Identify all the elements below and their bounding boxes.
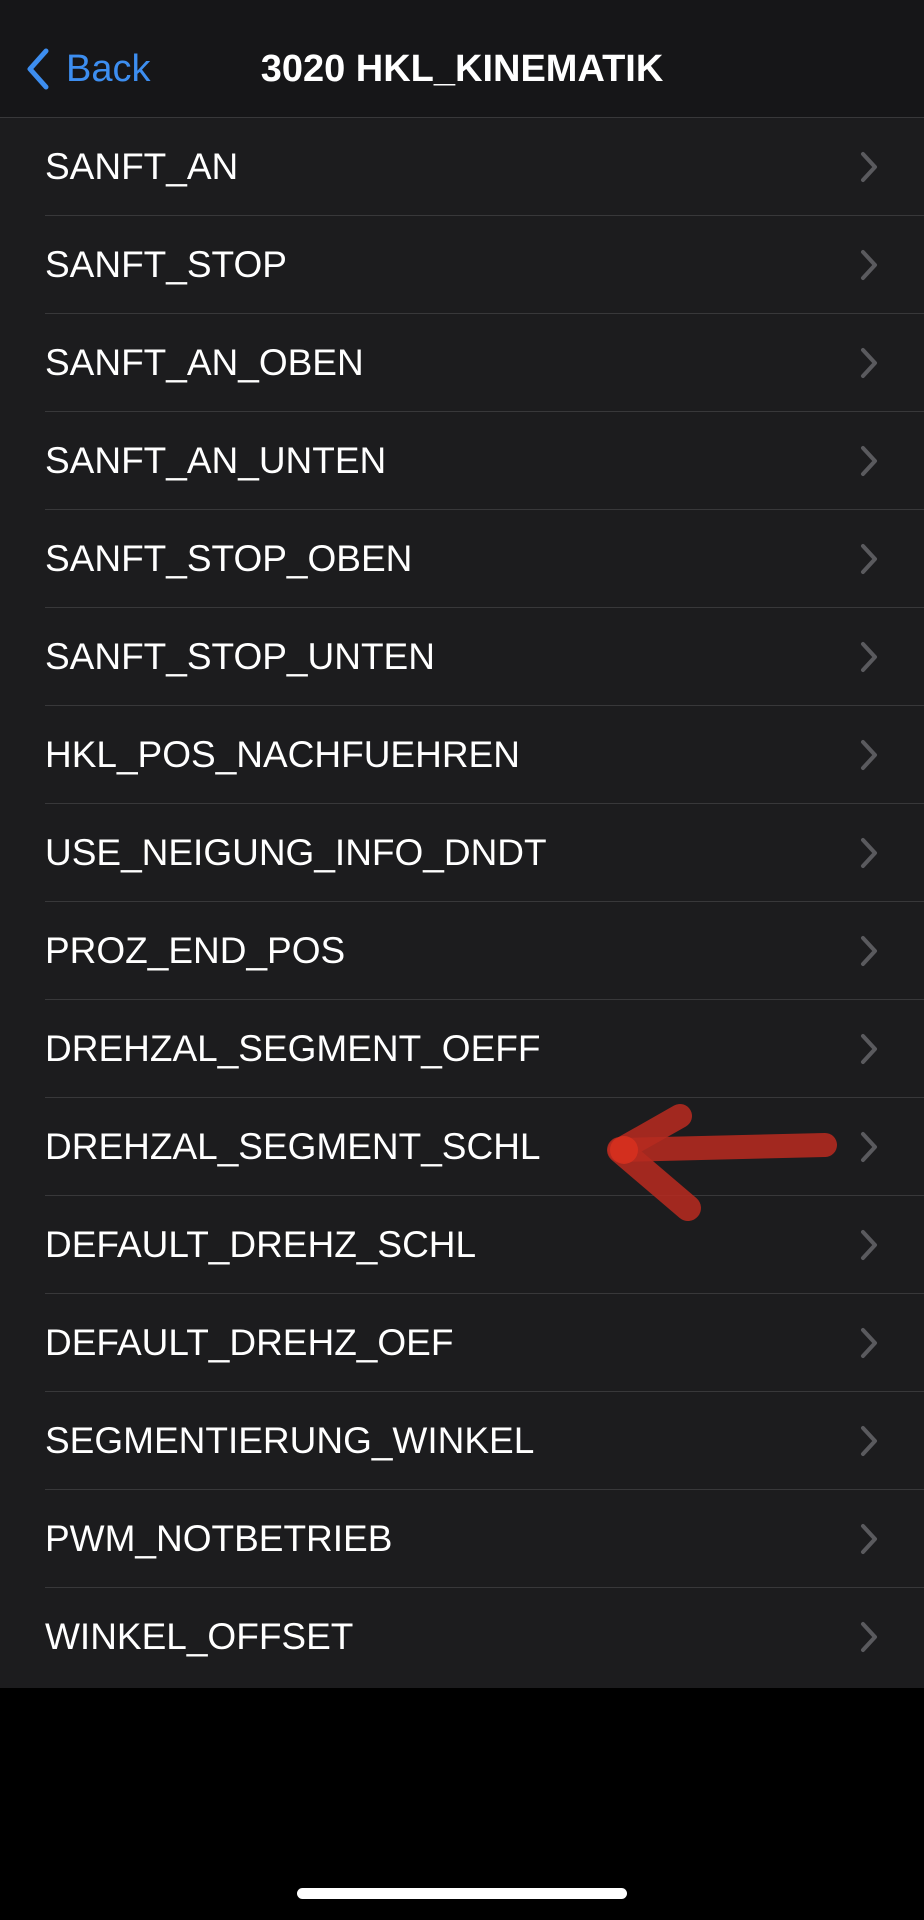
list-item[interactable]: SANFT_STOP — [0, 216, 924, 314]
chevron-right-icon — [861, 1426, 877, 1456]
list-item[interactable]: DEFAULT_DREHZ_OEF — [0, 1294, 924, 1392]
list-item[interactable]: SEGMENTIERUNG_WINKEL — [0, 1392, 924, 1490]
chevron-right-icon — [861, 642, 877, 672]
list-item-label: SANFT_AN_OBEN — [45, 342, 364, 383]
list-item[interactable]: DREHZAL_SEGMENT_SCHL — [0, 1098, 924, 1196]
chevron-right-icon — [861, 1622, 877, 1652]
list-item-label: PWM_NOTBETRIEB — [45, 1518, 393, 1559]
list-item-label: SANFT_STOP_UNTEN — [45, 636, 435, 677]
chevron-right-icon — [861, 838, 877, 868]
list-item-label: HKL_POS_NACHFUEHREN — [45, 734, 520, 775]
chevron-right-icon — [861, 1230, 877, 1260]
chevron-right-icon — [861, 1328, 877, 1358]
list-item[interactable]: SANFT_AN_OBEN — [0, 314, 924, 412]
list-item[interactable]: SANFT_STOP_OBEN — [0, 510, 924, 608]
page-title: 3020 HKL_KINEMATIK — [260, 48, 664, 90]
chevron-right-icon — [861, 1034, 877, 1064]
list-item[interactable]: PWM_NOTBETRIEB — [0, 1490, 924, 1588]
list-item-label: PROZ_END_POS — [45, 930, 346, 971]
chevron-right-icon — [861, 348, 877, 378]
chevron-right-icon — [861, 446, 877, 476]
list-item[interactable]: DEFAULT_DREHZ_SCHL — [0, 1196, 924, 1294]
list-item-label: WINKEL_OFFSET — [45, 1616, 354, 1657]
chevron-right-icon — [861, 936, 877, 966]
chevron-right-icon — [861, 1524, 877, 1554]
list-item[interactable]: SANFT_AN — [0, 118, 924, 216]
list-item-label: DEFAULT_DREHZ_SCHL — [45, 1224, 477, 1265]
list-item[interactable]: PROZ_END_POS — [0, 902, 924, 1000]
chevron-right-icon — [861, 740, 877, 770]
list-item-label: USE_NEIGUNG_INFO_DNDT — [45, 832, 547, 873]
list-item-label: SANFT_AN_UNTEN — [45, 440, 387, 481]
list-item[interactable]: HKL_POS_NACHFUEHREN — [0, 706, 924, 804]
list-item-label: DEFAULT_DREHZ_OEF — [45, 1322, 454, 1363]
list-item-label: SANFT_AN — [45, 146, 239, 187]
list-item[interactable]: USE_NEIGUNG_INFO_DNDT — [0, 804, 924, 902]
chevron-right-icon — [861, 544, 877, 574]
settings-list: SANFT_AN SANFT_STOP SANFT_AN_OBEN SANFT_AN_… — [0, 118, 924, 1688]
list-item-label: SEGMENTIERUNG_WINKEL — [45, 1420, 535, 1461]
list-item[interactable]: WINKEL_OFFSET — [0, 1588, 924, 1686]
navigation-bar: Back 3020 HKL_KINEMATIK — [0, 0, 924, 118]
list-item-label: DREHZAL_SEGMENT_SCHL — [45, 1126, 541, 1167]
list-item-label: SANFT_STOP — [45, 244, 287, 285]
chevron-right-icon — [861, 250, 877, 280]
home-indicator[interactable] — [297, 1888, 627, 1899]
chevron-right-icon — [861, 1132, 877, 1162]
list-item-label: SANFT_STOP_OBEN — [45, 538, 413, 579]
list-item-label: DREHZAL_SEGMENT_OEFF — [45, 1028, 541, 1069]
chevron-right-icon — [861, 152, 877, 182]
list-item[interactable]: DREHZAL_SEGMENT_OEFF — [0, 1000, 924, 1098]
list-item[interactable]: SANFT_AN_UNTEN — [0, 412, 924, 510]
list-item[interactable]: SANFT_STOP_UNTEN — [0, 608, 924, 706]
